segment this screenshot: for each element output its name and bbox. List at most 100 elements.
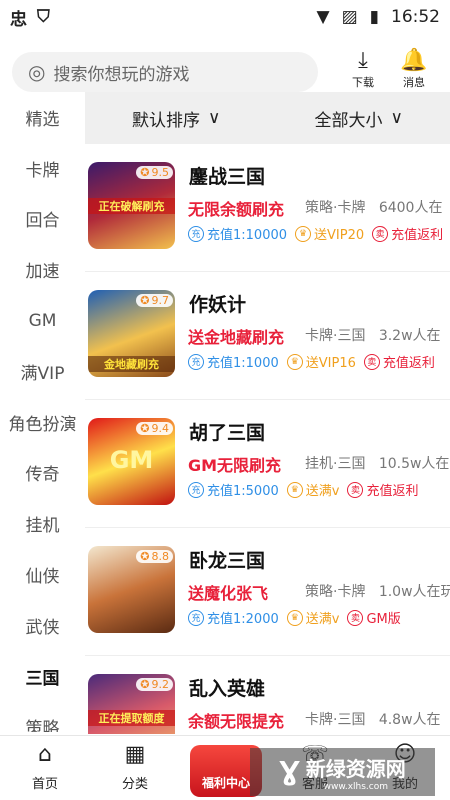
game-players: 1.0w人在玩 <box>378 584 450 600</box>
message-button[interactable]: 🔔 消息 <box>394 48 434 90</box>
vip-tag-label: 送VIP16 <box>305 356 356 371</box>
rebate-tag-label: 充值返利 <box>382 356 435 371</box>
game-genre: 挂机·三国 <box>305 456 366 472</box>
recharge-tag-label: 充值1:1000 <box>207 356 279 371</box>
vip-tag: ♛ 送满v <box>286 608 339 627</box>
game-thumbnail[interactable]: GM ✪ 9.4 <box>88 418 175 505</box>
sidebar-item[interactable]: 武侠 <box>0 600 85 651</box>
crown-icon: ♛ <box>286 353 303 370</box>
game-card[interactable]: GM ✪ 9.4 胡了三国 GM无限刷充 挂机·三国 10.5w人在 充充值1:5… <box>85 400 450 528</box>
recharge-tag: 充充值1:2000 <box>188 608 279 627</box>
rating-value: 9.7 <box>151 294 170 307</box>
watermark-text: 新绿资源网 <box>305 756 406 781</box>
game-thumbnail[interactable]: 金地藏刷充 ✪ 9.7 <box>88 290 175 377</box>
vip-tag: ♛ 送满v <box>286 480 340 499</box>
sidebar-item[interactable]: 精选 <box>0 92 85 143</box>
rebate-icon: 卖 <box>347 481 364 498</box>
sidebar-item[interactable]: 加速 <box>0 244 85 295</box>
app-status-icon: 忠 <box>10 9 27 30</box>
game-tags: 充充值1:2000 ♛ 送满v 卖 GM版 <box>188 608 401 627</box>
nav-home-label: 首页 <box>31 777 58 792</box>
download-button[interactable]: ⤓ 下载 <box>343 48 383 90</box>
sidebar-item[interactable]: 仙侠 <box>0 549 85 600</box>
game-title[interactable]: 卧龙三国 <box>189 546 265 573</box>
sort-default-label: 默认排序 <box>132 110 201 131</box>
game-title[interactable]: 鏖战三国 <box>189 162 265 189</box>
game-promo: 无限余额刷充 <box>188 200 285 219</box>
search-input[interactable]: ◎ 搜索你想玩的游戏 <box>12 52 318 92</box>
vip-tag: ♛ 送VIP20 <box>295 224 364 243</box>
game-promo: 送魔化张飞 <box>188 584 269 603</box>
game-card[interactable]: 金地藏刷充 ✪ 9.7 作妖计 送金地藏刷充 卡牌·三国 3.2w人在 充充值1:… <box>85 272 450 400</box>
star-icon: ✪ <box>140 294 150 307</box>
watermark-url: www.xlhs.com <box>323 781 389 792</box>
game-title[interactable]: 乱入英雄 <box>189 674 265 701</box>
nav-category[interactable]: ▦ 分类 <box>90 736 180 800</box>
game-thumbnail[interactable]: ✪ 8.8 <box>88 546 175 633</box>
recharge-tag: 充充值1:10000 <box>188 224 287 243</box>
thumbnail-caption: GM <box>109 446 154 474</box>
vip-tag-label: 送VIP20 <box>314 228 365 243</box>
vip-tag: ♛ 送VIP16 <box>286 352 356 371</box>
category-sidebar: 精选 卡牌 回合 加速 GM 满VIP 角色扮演 传奇 挂机 仙侠 武侠 三国 … <box>0 92 85 732</box>
game-genre: 卡牌·三国 <box>305 712 366 728</box>
recharge-tag-label: 充值1:5000 <box>207 484 279 499</box>
game-title[interactable]: 胡了三国 <box>189 418 265 445</box>
star-icon: ✪ <box>140 166 150 179</box>
sidebar-item[interactable]: 满VIP <box>0 346 85 397</box>
recharge-tag: 充充值1:1000 <box>188 352 279 371</box>
game-meta: 策略·卡牌 6400人在 <box>305 197 442 217</box>
watermark-logo-icon: Ɣ <box>279 757 300 787</box>
game-title[interactable]: 作妖计 <box>189 290 246 317</box>
watermark: Ɣ 新绿资源网 www.xlhs.com <box>250 748 435 796</box>
welfare-center-label: 福利中心 <box>201 776 250 790</box>
chevron-down-icon: ∨ <box>390 108 403 128</box>
grid-icon: ▦ <box>124 742 146 767</box>
recharge-icon: 充 <box>188 353 204 370</box>
home-icon: ⌂ <box>38 742 52 767</box>
game-thumbnail[interactable]: 正在破解刷充 ✪ 9.5 <box>88 162 175 249</box>
game-card[interactable]: 正在提取额度 ✪ 9.2 乱入英雄 余额无限提充 卡牌·三国 4.8w人在 <box>85 656 450 734</box>
star-icon: ✪ <box>140 422 150 435</box>
crown-icon: ♛ <box>286 609 303 626</box>
game-meta: 挂机·三国 10.5w人在 <box>305 453 449 473</box>
rebate-tag: 卖充值返利 <box>363 352 435 371</box>
size-filter-dropdown[interactable]: 全部大小 ∨ <box>268 106 450 131</box>
recharge-icon: 充 <box>188 481 204 498</box>
game-thumbnail[interactable]: 正在提取额度 ✪ 9.2 <box>88 674 175 734</box>
game-card[interactable]: 正在破解刷充 ✪ 9.5 鏖战三国 无限余额刷充 策略·卡牌 6400人在 充充值… <box>85 144 450 272</box>
bell-icon: 🔔 <box>400 48 428 73</box>
sort-bar: 默认排序 ∨ 全部大小 ∨ <box>85 92 450 144</box>
rating-badge: ✪ 8.8 <box>136 550 173 563</box>
download-label: 下载 <box>352 76 374 89</box>
sidebar-item[interactable]: 传奇 <box>0 448 85 499</box>
sidebar-item[interactable]: 回合 <box>0 194 85 245</box>
vip-tag-label: 送满v <box>305 484 340 499</box>
star-icon: ✪ <box>140 550 150 563</box>
sidebar-item[interactable]: 挂机 <box>0 498 85 549</box>
rating-value: 9.4 <box>151 422 170 435</box>
sidebar-item[interactable]: 策略 <box>0 702 85 732</box>
game-meta: 卡牌·三国 3.2w人在 <box>305 325 441 345</box>
game-tags: 充充值1:5000 ♛ 送满v 卖充值返利 <box>188 480 418 499</box>
game-promo: 余额无限提充 <box>188 712 285 731</box>
gm-tag: 卖 GM版 <box>347 608 401 627</box>
status-time: 16:52 <box>391 7 440 27</box>
sidebar-item[interactable]: 角色扮演 <box>0 397 85 448</box>
wifi-icon: ▼ <box>316 7 330 27</box>
sort-default-dropdown[interactable]: 默认排序 ∨ <box>85 106 268 131</box>
nav-home[interactable]: ⌂ 首页 <box>0 736 90 800</box>
sidebar-item[interactable]: GM <box>0 295 85 346</box>
game-players: 3.2w人在 <box>378 328 441 344</box>
game-players: 4.8w人在 <box>378 712 441 728</box>
recharge-tag-label: 充值1:10000 <box>207 228 288 243</box>
rebate-tag: 卖充值返利 <box>347 480 418 499</box>
sidebar-item-active[interactable]: 三国 <box>0 651 85 702</box>
rebate-tag-label: 充值返利 <box>366 484 419 499</box>
sidebar-item[interactable]: 卡牌 <box>0 143 85 194</box>
status-bar: 忠 ⛉ ▼ ▨ ▮ 16:52 <box>0 0 450 34</box>
game-card[interactable]: ✪ 8.8 卧龙三国 送魔化张飞 策略·卡牌 1.0w人在玩 充充值1:2000 … <box>85 528 450 656</box>
download-icon: ⤓ <box>358 48 368 73</box>
thumbnail-caption: 正在破解刷充 <box>88 198 175 214</box>
game-meta: 卡牌·三国 4.8w人在 <box>305 709 441 729</box>
